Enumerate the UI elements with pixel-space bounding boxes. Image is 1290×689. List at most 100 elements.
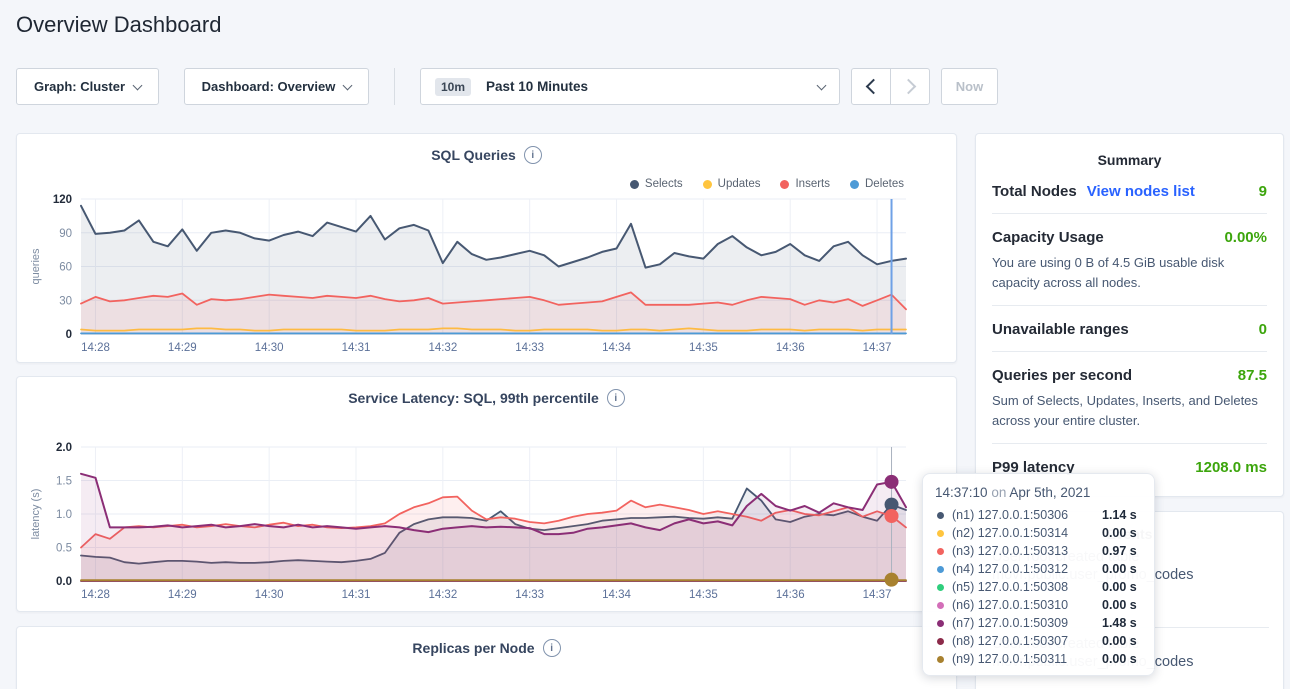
view-nodes-link[interactable]: View nodes list (1087, 183, 1195, 200)
tooltip-row: (n5) 127.0.0.1:503080.00 s (935, 578, 1142, 596)
x-tick-label: 14:34 (602, 342, 631, 354)
tooltip-color-dot-icon (937, 584, 944, 591)
tooltip-row: (n6) 127.0.0.1:503100.00 s (935, 596, 1142, 614)
prev-interval-button[interactable] (851, 68, 891, 105)
tooltip-value: 0.00 s (1102, 652, 1137, 666)
tooltip-color-dot-icon (937, 656, 944, 663)
tooltip-color-dot-icon (937, 620, 944, 627)
summary-label: Unavailable ranges (992, 321, 1129, 338)
tooltip-row: (n1) 127.0.0.1:503061.14 s (935, 506, 1142, 524)
chevron-down-icon (133, 80, 143, 90)
tooltip-row: (n2) 127.0.0.1:503140.00 s (935, 524, 1142, 542)
next-interval-button[interactable] (890, 68, 930, 105)
tooltip-row: (n4) 127.0.0.1:503120.00 s (935, 560, 1142, 578)
y-tick-label: 0 (66, 329, 72, 341)
x-tick-label: 14:29 (168, 589, 197, 601)
x-tick-label: 14:30 (255, 589, 284, 601)
chart-title: Replicas per Node (412, 640, 534, 656)
summary-heading: Summary (976, 134, 1283, 168)
y-axis-unit-label: queries (30, 248, 42, 285)
tooltip-rows: (n1) 127.0.0.1:503061.14 s(n2) 127.0.0.1… (935, 506, 1142, 668)
y-tick-label: 0.0 (56, 576, 72, 588)
summary-value: 87.5 (1238, 367, 1267, 384)
tooltip-node-label: (n5) 127.0.0.1:50308 (952, 580, 1102, 594)
summary-description: Sum of Selects, Updates, Inserts, and De… (992, 391, 1267, 430)
y-tick-label: 90 (59, 228, 72, 240)
y-axis-unit-label: latency (s) (30, 489, 42, 540)
summary-label: Total Nodes (992, 183, 1077, 200)
summary-value: 0 (1259, 321, 1267, 338)
chevron-down-icon (817, 80, 827, 90)
tooltip-row: (n7) 127.0.0.1:503091.48 s (935, 614, 1142, 632)
tooltip-color-dot-icon (937, 566, 944, 573)
hover-tooltip: 14:37:10 on Apr 5th, 2021 (n1) 127.0.0.1… (922, 473, 1155, 676)
x-tick-label: 14:28 (81, 589, 110, 601)
x-tick-label: 14:36 (776, 342, 805, 354)
x-tick-label: 14:36 (776, 589, 805, 601)
chevron-down-icon (343, 80, 353, 90)
x-tick-label: 14:33 (515, 589, 544, 601)
summary-row-queries-per-second: Queries per second 87.5 Sum of Selects, … (992, 351, 1267, 443)
y-tick-label: 1.0 (56, 509, 72, 521)
x-tick-label: 14:32 (428, 342, 457, 354)
dashboard-selector-button[interactable]: Dashboard: Overview (184, 68, 369, 105)
tooltip-node-label: (n3) 127.0.0.1:50313 (952, 544, 1102, 558)
graph-selector-label: Graph: Cluster (34, 79, 125, 94)
x-tick-label: 14:35 (689, 589, 718, 601)
y-tick-label: 2.0 (56, 442, 72, 454)
tooltip-value: 1.14 s (1102, 508, 1137, 522)
summary-row-capacity-usage: Capacity Usage 0.00% You are using 0 B o… (992, 213, 1267, 305)
tooltip-preposition: on (991, 485, 1006, 500)
tooltip-value: 0.00 s (1102, 526, 1137, 540)
time-range-button[interactable]: 10m Past 10 Minutes (420, 68, 840, 105)
x-tick-label: 14:31 (342, 589, 371, 601)
y-tick-label: 30 (59, 295, 72, 307)
page-title: Overview Dashboard (16, 12, 221, 38)
summary-body: Total Nodes View nodes list 9 Capacity U… (976, 168, 1283, 489)
tooltip-node-label: (n8) 127.0.0.1:50307 (952, 634, 1102, 648)
info-icon[interactable]: i (543, 639, 561, 657)
tooltip-node-label: (n4) 127.0.0.1:50312 (952, 562, 1102, 576)
x-tick-label: 14:28 (81, 342, 110, 354)
summary-label: Queries per second (992, 367, 1132, 384)
tooltip-node-label: (n1) 127.0.0.1:50306 (952, 508, 1102, 522)
tooltip-node-label: (n6) 127.0.0.1:50310 (952, 598, 1102, 612)
dashboard-selector-label: Dashboard: Overview (202, 79, 336, 94)
tooltip-row: (n3) 127.0.0.1:503130.97 s (935, 542, 1142, 560)
x-tick-label: 14:37 (863, 589, 892, 601)
tooltip-color-dot-icon (937, 638, 944, 645)
tooltip-color-dot-icon (937, 530, 944, 537)
y-tick-label: 1.5 (56, 476, 72, 488)
tooltip-date: Apr 5th, 2021 (1009, 485, 1090, 500)
time-range-badge: 10m (435, 78, 471, 96)
tooltip-value: 0.00 s (1102, 580, 1137, 594)
service-latency-chart[interactable]: 0.00.51.01.52.014:2814:2914:3014:3114:32… (17, 377, 958, 613)
y-tick-label: 0.5 (56, 543, 72, 555)
chart-title-row: Replicas per Node i (17, 639, 956, 657)
tooltip-color-dot-icon (937, 512, 944, 519)
tooltip-color-dot-icon (937, 602, 944, 609)
sql-queries-chart[interactable]: 030609012014:2814:2914:3014:3114:3214:33… (17, 134, 958, 364)
tooltip-value: 0.00 s (1102, 598, 1137, 612)
tooltip-value: 0.00 s (1102, 634, 1137, 648)
service-latency-card: Service Latency: SQL, 99th percentile i … (16, 376, 957, 612)
tooltip-value: 1.48 s (1102, 616, 1137, 630)
tooltip-value: 0.00 s (1102, 562, 1137, 576)
x-tick-label: 14:31 (342, 342, 371, 354)
now-button[interactable]: Now (941, 68, 998, 105)
x-tick-label: 14:30 (255, 342, 284, 354)
x-tick-label: 14:34 (602, 589, 631, 601)
metrics-page: Overview Dashboard Graph: Cluster Dashbo… (0, 0, 1290, 689)
tooltip-node-label: (n9) 127.0.0.1:50311 (952, 652, 1102, 666)
graph-selector-button[interactable]: Graph: Cluster (16, 68, 159, 105)
chevron-right-icon (900, 79, 916, 95)
x-tick-label: 14:35 (689, 342, 718, 354)
tooltip-node-label: (n2) 127.0.0.1:50314 (952, 526, 1102, 540)
y-tick-label: 60 (59, 262, 72, 274)
summary-row-unavailable-ranges: Unavailable ranges 0 (992, 305, 1267, 351)
x-tick-label: 14:29 (168, 342, 197, 354)
now-button-label: Now (956, 79, 983, 94)
summary-description: You are using 0 B of 4.5 GiB usable disk… (992, 253, 1267, 292)
highlight-dot (885, 573, 899, 587)
summary-label: Capacity Usage (992, 229, 1104, 246)
